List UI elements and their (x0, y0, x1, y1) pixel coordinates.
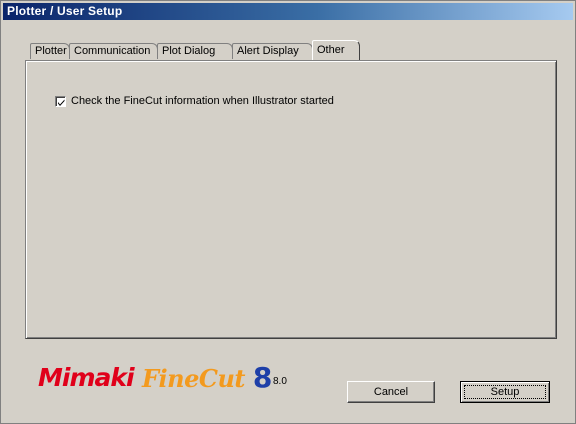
plotter-user-setup-dialog: Plotter / User Setup Plotter Communicati… (0, 0, 576, 424)
focus-rect (464, 385, 546, 399)
checkmark-icon (58, 99, 65, 106)
tab-plot-dialog[interactable]: Plot Dialog (157, 43, 233, 59)
check-finecut-checkbox[interactable] (55, 96, 66, 107)
version-label: 8.0 (273, 376, 287, 387)
cancel-button[interactable]: Cancel (347, 381, 435, 403)
window-title: Plotter / User Setup (7, 4, 123, 18)
tab-communication[interactable]: Communication (69, 43, 158, 59)
tab-alert-display[interactable]: Alert Display (232, 43, 313, 59)
mimaki-logo: Mimaki (38, 363, 135, 392)
check-finecut-label: Check the FineCut information when Illus… (71, 95, 334, 107)
tab-plotter[interactable]: Plotter (30, 43, 70, 59)
tab-other[interactable]: Other (312, 40, 360, 60)
setup-button[interactable]: Setup (460, 381, 550, 403)
finecut-logo-number: 8 (252, 361, 272, 394)
title-bar[interactable]: Plotter / User Setup (3, 3, 573, 20)
finecut-logo: FineCut 8 (142, 361, 272, 394)
finecut-logo-text: FineCut (142, 364, 246, 393)
